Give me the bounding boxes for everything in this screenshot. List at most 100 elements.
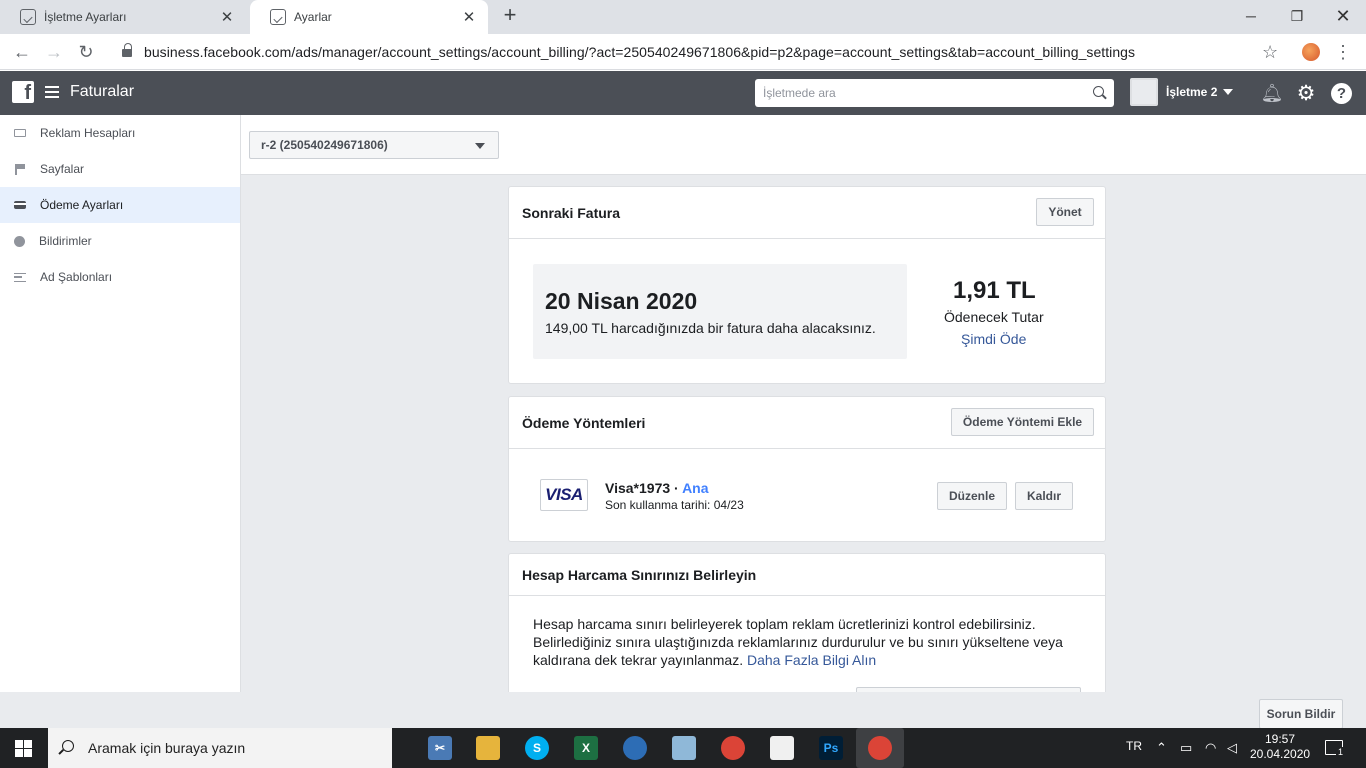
- page-favicon-icon: [20, 9, 36, 25]
- manage-button[interactable]: Yönet: [1036, 198, 1094, 226]
- card-heading: Ödeme Yöntemleri: [522, 414, 646, 431]
- clock-date: 20.04.2020: [1250, 747, 1311, 761]
- minimize-button[interactable]: ─: [1228, 0, 1274, 32]
- browser-toolbar: ← → ↻ business.facebook.com/ads/manager/…: [0, 34, 1366, 70]
- business-switcher[interactable]: İşletme 2: [1130, 78, 1234, 106]
- learn-more-link[interactable]: Daha Fazla Bilgi Alın: [747, 652, 876, 668]
- invoice-summary-box: 20 Nisan 2020 149,00 TL harcadığınızda b…: [533, 264, 907, 359]
- sidebar-item-label: Ad Şablonları: [40, 270, 113, 284]
- sidebar-item-pages[interactable]: Sayfalar: [0, 151, 240, 187]
- edit-card-button[interactable]: Düzenle: [937, 482, 1007, 510]
- tab-isletme-ayarlari[interactable]: İşletme Ayarları ✕: [0, 0, 246, 34]
- volume-icon[interactable]: ◁: [1227, 740, 1237, 756]
- url-text[interactable]: business.facebook.com/ads/manager/accoun…: [144, 44, 1135, 60]
- business-name: İşletme 2: [1166, 85, 1218, 99]
- battery-icon[interactable]: ▭: [1180, 740, 1192, 756]
- app-notes-icon[interactable]: [672, 736, 696, 760]
- sidebar-item-notifications[interactable]: Bildirimler: [0, 223, 240, 259]
- page-title: Faturalar: [70, 83, 135, 100]
- back-button[interactable]: ←: [10, 40, 34, 64]
- tray-chevron-icon[interactable]: ⌃: [1156, 740, 1167, 756]
- account-bar: r-2 (250540249671806): [241, 115, 1366, 175]
- visa-logo-icon: VISA: [540, 479, 588, 511]
- extension-icon[interactable]: [1302, 43, 1320, 61]
- browser-tab-strip: İşletme Ayarları ✕ Ayarlar ✕ + ─ ❐ ✕: [0, 0, 1366, 34]
- amount-due-label: Ödenecek Tutar: [944, 309, 1044, 325]
- close-icon[interactable]: ✕: [460, 8, 478, 26]
- bookmark-star-icon[interactable]: ☆: [1262, 42, 1278, 62]
- close-icon[interactable]: ✕: [218, 8, 236, 26]
- primary-badge: Ana: [682, 480, 709, 496]
- card-number: Visa*1973 ·: [605, 480, 683, 496]
- remove-card-button[interactable]: Kaldır: [1015, 482, 1073, 510]
- lock-icon[interactable]: [122, 43, 132, 58]
- card-heading: Hesap Harcama Sınırınızı Belirleyin: [522, 566, 757, 583]
- chrome-icon[interactable]: [721, 736, 745, 760]
- taskbar-search[interactable]: Aramak için buraya yazın: [48, 728, 392, 768]
- fb-top-bar: f Faturalar İşletme 2 🔔︎ ⚙ ?: [0, 71, 1366, 115]
- caret-down-icon: [475, 143, 485, 149]
- new-tab-button[interactable]: +: [498, 4, 522, 28]
- clock[interactable]: 19:57 20.04.2020: [1250, 732, 1310, 762]
- address-bar[interactable]: business.facebook.com/ads/manager/accoun…: [108, 37, 1288, 67]
- bell-icon[interactable]: 🔔︎: [1261, 82, 1284, 104]
- clock-time: 19:57: [1264, 732, 1296, 746]
- add-payment-method-button[interactable]: Ödeme Yöntemi Ekle: [951, 408, 1094, 436]
- tab-ayarlar[interactable]: Ayarlar ✕: [250, 0, 488, 34]
- sidebar-item-ad-templates[interactable]: Ad Şablonları: [0, 259, 240, 295]
- card-heading: Sonraki Fatura: [522, 204, 621, 221]
- globe-icon: [14, 235, 25, 247]
- card-expiry: Son kullanma tarihi: 04/23: [605, 498, 744, 512]
- notification-count: 1: [1336, 747, 1346, 757]
- sidebar: Reklam Hesapları Sayfalar Ödeme Ayarları…: [0, 115, 241, 692]
- photoshop-icon[interactable]: Ps: [819, 736, 843, 760]
- excel-icon[interactable]: X: [574, 736, 598, 760]
- business-avatar: [1130, 78, 1158, 106]
- skype-icon[interactable]: S: [525, 736, 549, 760]
- document-icon[interactable]: [770, 736, 794, 760]
- forward-button[interactable]: →: [42, 40, 66, 64]
- caret-down-icon: [1223, 89, 1234, 95]
- report-problem-button[interactable]: Sorun Bildir: [1259, 699, 1343, 729]
- browser-menu-icon[interactable]: ⋮: [1334, 42, 1352, 63]
- chrome-active-icon[interactable]: [856, 728, 904, 768]
- wifi-icon[interactable]: ◠: [1205, 740, 1216, 756]
- account-dropdown[interactable]: r-2 (250540249671806): [249, 131, 499, 159]
- tab-title: Ayarlar: [294, 10, 332, 24]
- sidebar-item-payment-settings[interactable]: Ödeme Ayarları: [0, 187, 240, 223]
- windows-taskbar: Aramak için buraya yazın ✂ S X Ps TR ⌃ ▭…: [0, 728, 1366, 768]
- hamburger-menu-icon[interactable]: [45, 86, 59, 98]
- search-icon: [62, 740, 74, 752]
- invoice-date: 20 Nisan 2020: [545, 288, 698, 314]
- sidebar-item-label: Reklam Hesapları: [40, 126, 136, 140]
- spending-limit-card: Hesap Harcama Sınırınızı Belirleyin Hesa…: [508, 553, 1106, 692]
- pay-now-link[interactable]: Şimdi Öde: [961, 331, 1026, 347]
- search-input[interactable]: [755, 79, 1075, 107]
- card-header: Ödeme Yöntemleri Ödeme Yöntemi Ekle: [509, 397, 1105, 449]
- help-icon[interactable]: ?: [1331, 83, 1352, 104]
- window-close-button[interactable]: ✕: [1320, 0, 1366, 32]
- gear-icon[interactable]: ⚙: [1295, 82, 1317, 105]
- card-name: Visa*1973 · Ana: [605, 480, 709, 496]
- card-header: Hesap Harcama Sınırınızı Belirleyin: [509, 554, 1105, 596]
- windows-start-icon[interactable]: [15, 740, 32, 757]
- main-content: r-2 (250540249671806) Sonraki Fatura Yön…: [241, 115, 1366, 692]
- page-favicon-icon: [270, 9, 286, 25]
- sidebar-item-ad-accounts[interactable]: Reklam Hesapları: [0, 115, 240, 151]
- restore-button[interactable]: ❐: [1274, 0, 1320, 32]
- account-dropdown-value: r-2 (250540249671806): [261, 138, 388, 152]
- language-indicator[interactable]: TR: [1126, 739, 1142, 753]
- reload-button[interactable]: ↻: [74, 40, 98, 64]
- card-header: Sonraki Fatura Yönet: [509, 187, 1105, 239]
- app-snip-icon[interactable]: ✂: [428, 736, 452, 760]
- search-icon[interactable]: [1093, 86, 1104, 97]
- sidebar-item-label: Sayfalar: [40, 162, 85, 176]
- taskbar-search-placeholder: Aramak için buraya yazın: [88, 740, 246, 756]
- credit-card-icon: [14, 201, 26, 209]
- spending-limit-description: Hesap harcama sınırı belirleyerek toplam…: [533, 615, 1083, 669]
- file-explorer-icon[interactable]: [476, 736, 500, 760]
- app-circle-icon[interactable]: [623, 736, 647, 760]
- business-search[interactable]: [755, 79, 1114, 107]
- invoice-note: 149,00 TL harcadığınızda bir fatura daha…: [545, 320, 876, 336]
- facebook-logo-icon[interactable]: f: [12, 81, 34, 103]
